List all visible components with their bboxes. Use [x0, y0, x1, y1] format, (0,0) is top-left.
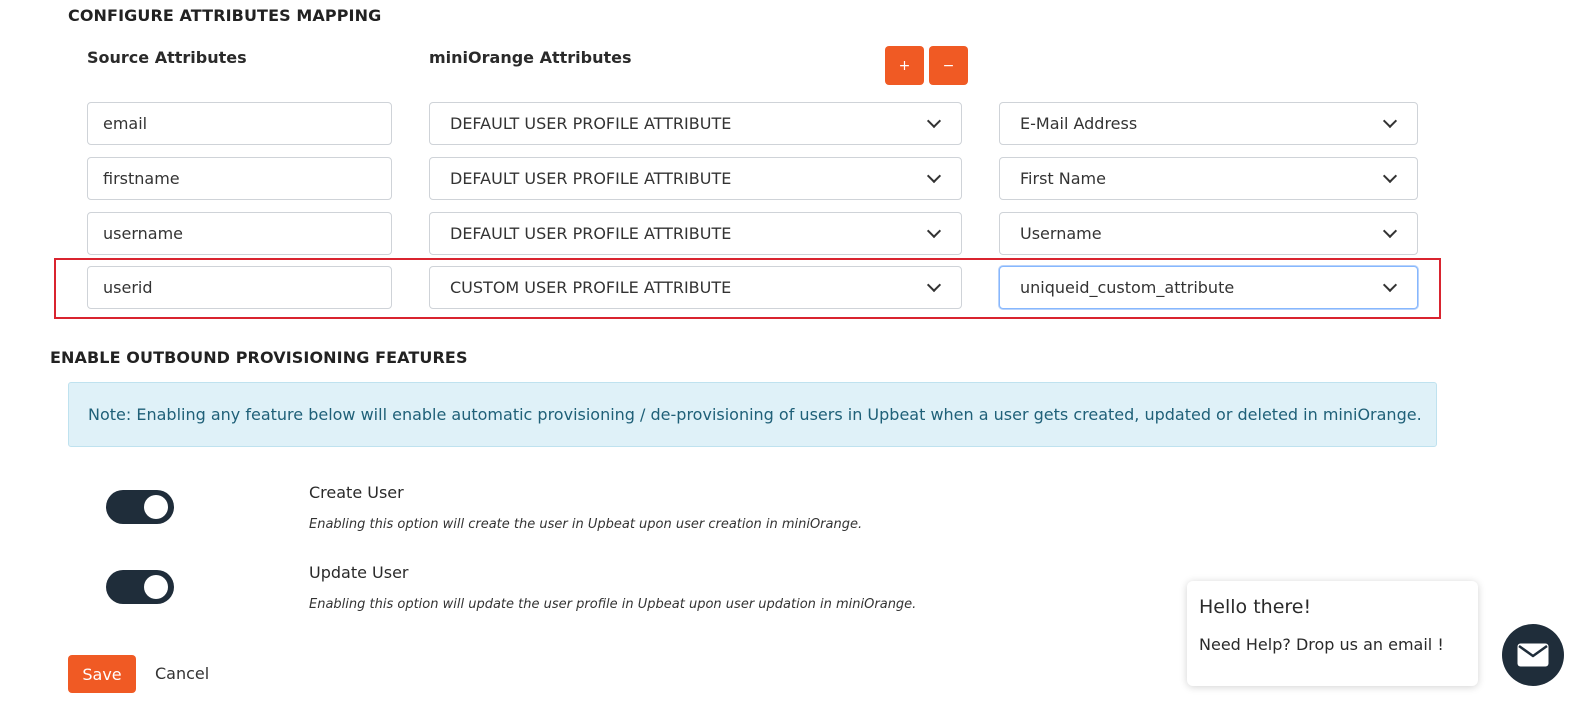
- source-attribute-input[interactable]: [87, 266, 392, 309]
- provisioning-section-title: ENABLE OUTBOUND PROVISIONING FEATURES: [50, 348, 468, 367]
- provisioning-note: Note: Enabling any feature below will en…: [68, 382, 1437, 447]
- chevron-down-icon: [1382, 168, 1398, 184]
- miniorange-attribute-value: E-Mail Address: [1020, 114, 1138, 133]
- miniorange-attribute-select[interactable]: uniqueid_custom_attribute: [999, 266, 1418, 309]
- remove-row-button[interactable]: −: [929, 46, 968, 85]
- miniorange-attribute-value: First Name: [1020, 169, 1106, 188]
- update-user-description: Enabling this option will update the use…: [309, 597, 917, 612]
- chevron-down-icon: [926, 277, 942, 293]
- update-user-title: Update User: [309, 563, 409, 582]
- attribute-type-select[interactable]: DEFAULT USER PROFILE ATTRIBUTE: [429, 157, 962, 200]
- miniorange-attribute-select[interactable]: First Name: [999, 157, 1418, 200]
- chevron-down-icon: [1382, 223, 1398, 239]
- chat-message: Need Help? Drop us an email !: [1199, 635, 1444, 654]
- attribute-type-value: DEFAULT USER PROFILE ATTRIBUTE: [450, 224, 732, 243]
- chat-launcher-button[interactable]: [1502, 624, 1564, 686]
- add-row-button[interactable]: +: [885, 46, 924, 85]
- chevron-down-icon: [926, 223, 942, 239]
- toggle-knob: [144, 575, 168, 599]
- miniorange-attribute-select[interactable]: E-Mail Address: [999, 102, 1418, 145]
- attribute-type-value: CUSTOM USER PROFILE ATTRIBUTE: [450, 278, 732, 297]
- attribute-type-select[interactable]: DEFAULT USER PROFILE ATTRIBUTE: [429, 212, 962, 255]
- mapping-section-title: CONFIGURE ATTRIBUTES MAPPING: [68, 6, 382, 25]
- save-button[interactable]: Save: [68, 655, 136, 693]
- chat-greeting: Hello there!: [1199, 596, 1312, 618]
- attribute-type-value: DEFAULT USER PROFILE ATTRIBUTE: [450, 114, 732, 133]
- attribute-type-value: DEFAULT USER PROFILE ATTRIBUTE: [450, 169, 732, 188]
- miniorange-attribute-value: uniqueid_custom_attribute: [1020, 278, 1235, 297]
- source-attributes-header: Source Attributes: [87, 48, 247, 67]
- chevron-down-icon: [926, 113, 942, 129]
- update-user-toggle[interactable]: [106, 570, 174, 604]
- attribute-type-select[interactable]: CUSTOM USER PROFILE ATTRIBUTE: [429, 266, 962, 309]
- source-attribute-input[interactable]: [87, 212, 392, 255]
- chat-popup[interactable]: Hello there! Need Help? Drop us an email…: [1187, 581, 1478, 686]
- miniorange-attribute-value: Username: [1020, 224, 1102, 243]
- create-user-title: Create User: [309, 483, 404, 502]
- source-attribute-input[interactable]: [87, 102, 392, 145]
- cancel-link[interactable]: Cancel: [155, 664, 209, 683]
- create-user-toggle[interactable]: [106, 490, 174, 524]
- chevron-down-icon: [1382, 113, 1398, 129]
- miniorange-attributes-header: miniOrange Attributes: [429, 48, 632, 67]
- attribute-type-select[interactable]: DEFAULT USER PROFILE ATTRIBUTE: [429, 102, 962, 145]
- miniorange-attribute-select[interactable]: Username: [999, 212, 1418, 255]
- toggle-knob: [144, 495, 168, 519]
- create-user-description: Enabling this option will create the use…: [309, 517, 863, 532]
- source-attribute-input[interactable]: [87, 157, 392, 200]
- envelope-icon: [1517, 643, 1549, 667]
- chevron-down-icon: [926, 168, 942, 184]
- chevron-down-icon: [1382, 277, 1398, 293]
